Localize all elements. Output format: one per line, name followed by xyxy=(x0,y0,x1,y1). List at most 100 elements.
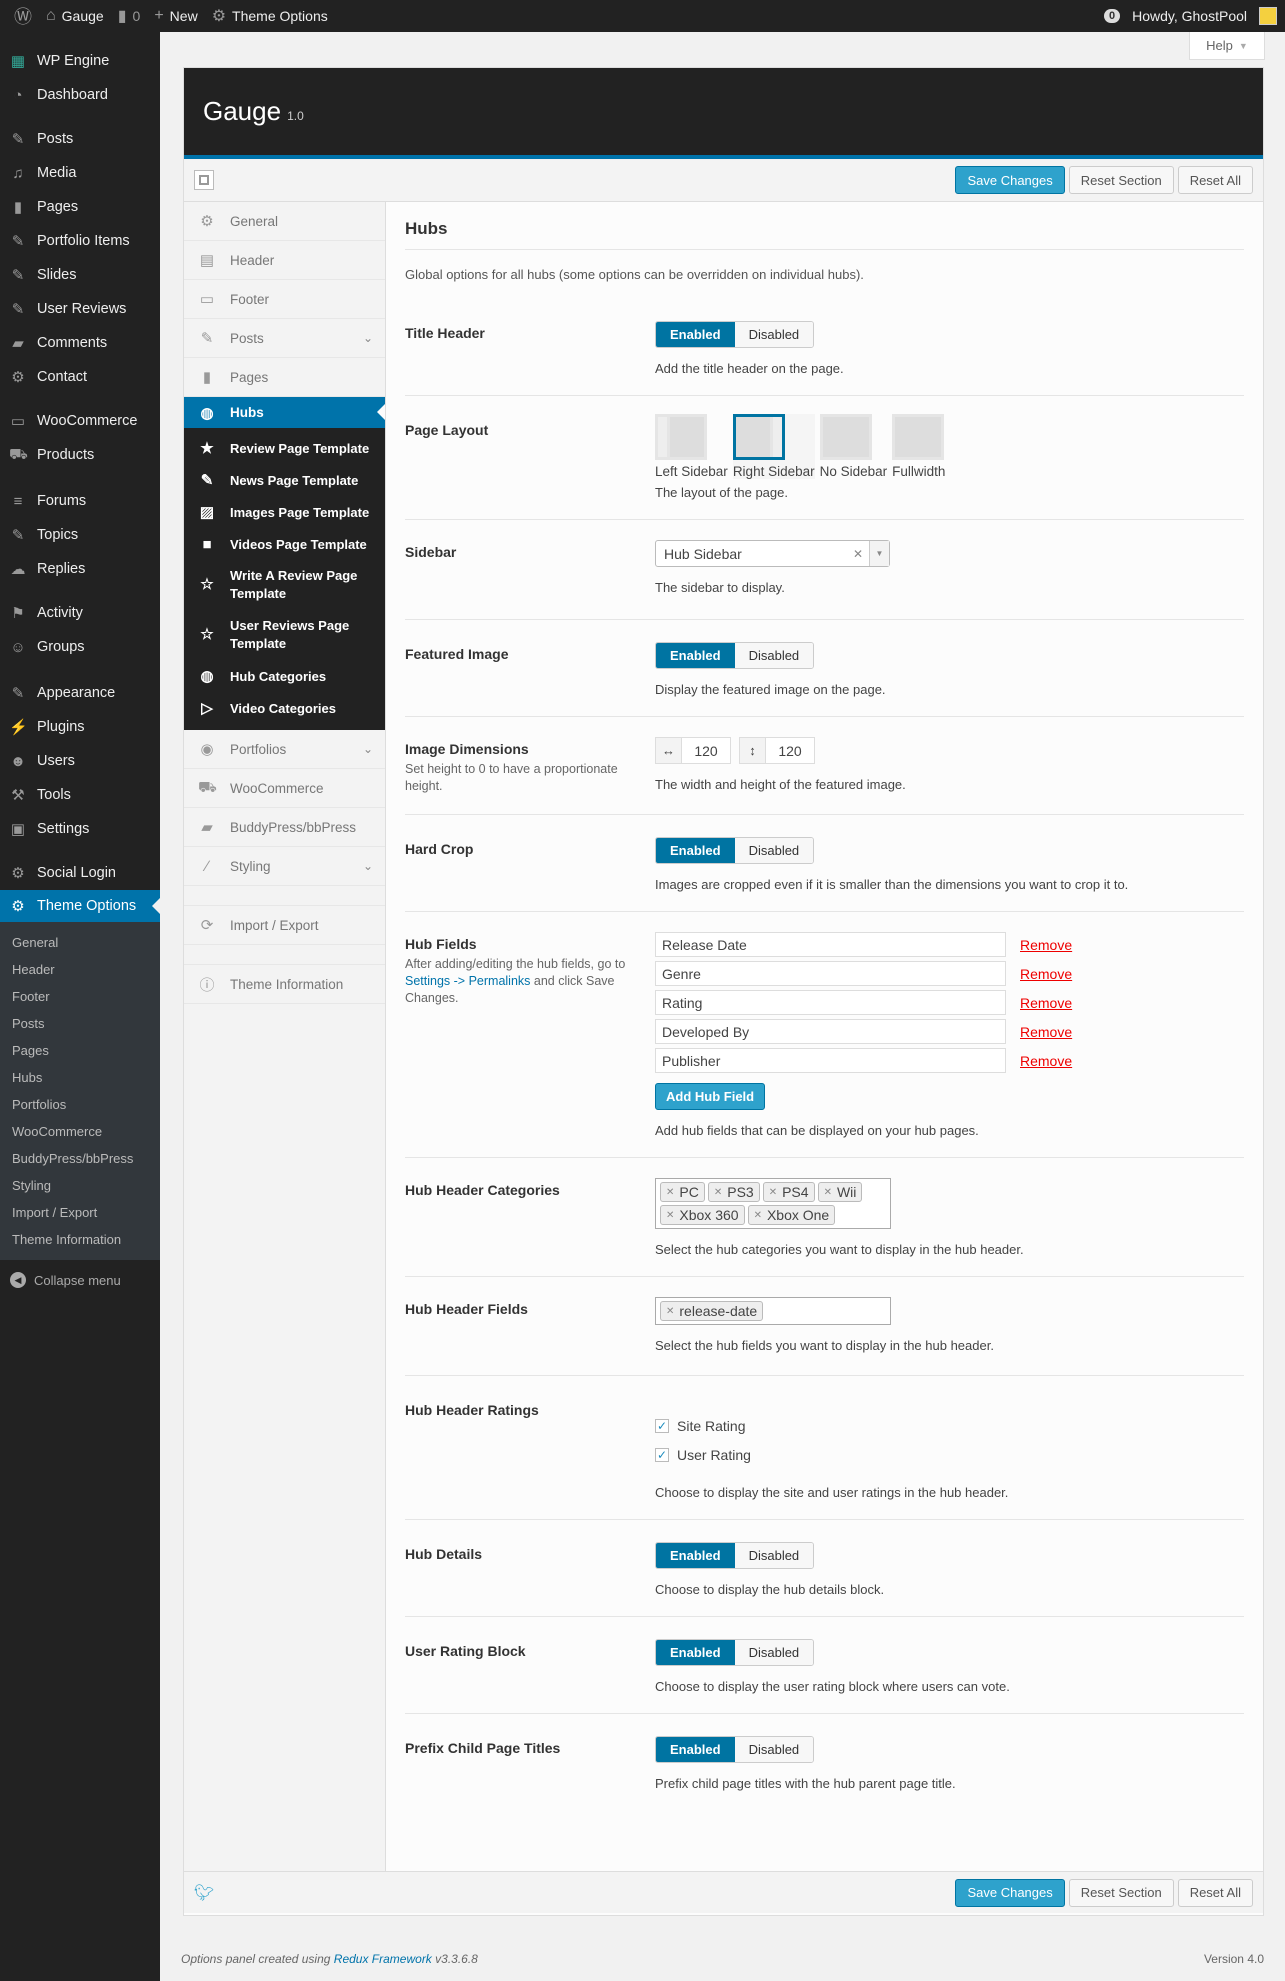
hub-field-input[interactable]: Genre xyxy=(655,961,1006,986)
sidebar-select[interactable]: Hub Sidebar ✕ ▼ xyxy=(655,540,890,567)
nav-user-reviews-page-template[interactable]: ☆ User Reviews Page Template xyxy=(184,610,385,660)
clear-icon[interactable]: ✕ xyxy=(853,547,863,561)
avatar[interactable] xyxy=(1259,7,1277,25)
nav-video-categories[interactable]: ▷ Video Categories xyxy=(184,692,385,724)
remove-link[interactable]: Remove xyxy=(1020,1053,1072,1069)
disabled-button[interactable]: Disabled xyxy=(734,1543,814,1568)
nav-theme-information[interactable]: ⓘ Theme Information xyxy=(184,965,385,1004)
menu-posts[interactable]: ✎ Posts xyxy=(0,122,160,156)
site-link[interactable]: ⌂ Gauge xyxy=(46,7,104,25)
enabled-button[interactable]: Enabled xyxy=(656,1543,735,1568)
menu-groups[interactable]: ☺ Groups xyxy=(0,630,160,664)
reset-section-button[interactable]: Reset Section xyxy=(1068,166,1174,194)
nav-news-page-template[interactable]: ✎ News Page Template xyxy=(184,464,385,496)
enabled-button[interactable]: Enabled xyxy=(656,643,735,668)
menu-theme-options[interactable]: ⚙ Theme Options xyxy=(0,890,160,922)
nav-styling[interactable]: ∕ Styling ⌄ xyxy=(184,847,385,886)
menu-replies[interactable]: ☁ Replies xyxy=(0,552,160,586)
submenu-pages[interactable]: Pages xyxy=(0,1037,160,1064)
dropdown-arrow-icon[interactable]: ▼ xyxy=(869,541,889,566)
title-header-toggle[interactable]: Enabled Disabled xyxy=(655,321,815,348)
remove-tag-icon[interactable]: ✕ xyxy=(666,1187,674,1198)
nav-images-page-template[interactable]: ▨ Images Page Template xyxy=(184,496,385,528)
twitter-icon[interactable]: 🐦︎ xyxy=(194,1883,214,1903)
fields-multiselect[interactable]: ✕ release-date xyxy=(655,1297,891,1325)
remove-tag-icon[interactable]: ✕ xyxy=(769,1187,777,1198)
theme-options-link[interactable]: ⚙ Theme Options xyxy=(212,6,328,26)
hub-field-input[interactable]: Release Date xyxy=(655,932,1006,957)
nav-review-page-template[interactable]: ★ Review Page Template xyxy=(184,432,385,464)
nav-write-review-page-template[interactable]: ☆ Write A Review Page Template xyxy=(184,560,385,610)
layout-no-sidebar[interactable]: No Sidebar xyxy=(819,414,887,479)
hub-field-input[interactable]: Developed By xyxy=(655,1019,1006,1044)
user-rating-block-toggle[interactable]: Enabled Disabled xyxy=(655,1639,815,1666)
reset-all-button[interactable]: Reset All xyxy=(1177,1878,1253,1907)
submenu-posts[interactable]: Posts xyxy=(0,1010,160,1037)
submenu-import-export[interactable]: Import / Export xyxy=(0,1199,160,1226)
nav-posts[interactable]: ✎ Posts ⌄ xyxy=(184,319,385,358)
expand-options-icon[interactable] xyxy=(194,170,214,190)
menu-pages[interactable]: ▮ Pages xyxy=(0,190,160,224)
nav-videos-page-template[interactable]: ■ Videos Page Template xyxy=(184,528,385,560)
remove-tag-icon[interactable]: ✕ xyxy=(824,1187,832,1198)
submenu-general[interactable]: General xyxy=(0,929,160,956)
reset-all-button[interactable]: Reset All xyxy=(1177,166,1253,194)
redux-link[interactable]: Redux Framework xyxy=(334,1952,432,1966)
nav-hubs[interactable]: ◍ Hubs xyxy=(184,397,385,428)
permalinks-link[interactable]: Settings -> Permalinks xyxy=(405,974,530,988)
collapse-menu-button[interactable]: ◀ Collapse menu xyxy=(0,1262,160,1298)
remove-link[interactable]: Remove xyxy=(1020,995,1072,1011)
remove-link[interactable]: Remove xyxy=(1020,966,1072,982)
save-changes-button[interactable]: Save Changes xyxy=(955,1878,1065,1907)
remove-tag-icon[interactable]: ✕ xyxy=(666,1306,674,1317)
nav-import-export[interactable]: ⟳ Import / Export xyxy=(184,906,385,945)
submenu-header[interactable]: Header xyxy=(0,956,160,983)
menu-slides[interactable]: ✎ Slides xyxy=(0,258,160,292)
disabled-button[interactable]: Disabled xyxy=(734,643,814,668)
nav-hub-categories[interactable]: ◍ Hub Categories xyxy=(184,660,385,692)
enabled-button[interactable]: Enabled xyxy=(656,1640,735,1665)
save-changes-button[interactable]: Save Changes xyxy=(955,166,1065,194)
disabled-button[interactable]: Disabled xyxy=(734,838,814,863)
remove-tag-icon[interactable]: ✕ xyxy=(714,1187,722,1198)
menu-topics[interactable]: ✎ Topics xyxy=(0,518,160,552)
layout-fullwidth[interactable]: Fullwidth xyxy=(892,414,945,479)
menu-portfolio-items[interactable]: ✎ Portfolio Items xyxy=(0,224,160,258)
submenu-styling[interactable]: Styling xyxy=(0,1172,160,1199)
menu-wp-engine[interactable]: ▦ WP Engine xyxy=(0,44,160,78)
menu-appearance[interactable]: ✎ Appearance xyxy=(0,676,160,710)
disabled-button[interactable]: Disabled xyxy=(734,322,814,347)
user-rating-checkbox[interactable]: ✓ User Rating xyxy=(655,1447,1244,1463)
hard-crop-toggle[interactable]: Enabled Disabled xyxy=(655,837,815,864)
submenu-theme-information[interactable]: Theme Information xyxy=(0,1226,160,1253)
menu-users[interactable]: ☻ Users xyxy=(0,744,160,778)
menu-media[interactable]: ♫ Media xyxy=(0,156,160,190)
disabled-button[interactable]: Disabled xyxy=(734,1737,814,1762)
wordpress-logo-icon[interactable]: Ⓦ xyxy=(14,3,32,29)
add-hub-field-button[interactable]: Add Hub Field xyxy=(655,1083,766,1110)
remove-tag-icon[interactable]: ✕ xyxy=(754,1210,762,1221)
reset-section-button[interactable]: Reset Section xyxy=(1068,1878,1174,1907)
hub-details-toggle[interactable]: Enabled Disabled xyxy=(655,1542,815,1569)
width-input[interactable]: ↔ 120 xyxy=(655,737,731,764)
menu-user-reviews[interactable]: ✎ User Reviews xyxy=(0,292,160,326)
nav-header[interactable]: ▤ Header xyxy=(184,241,385,280)
hub-field-input[interactable]: Rating xyxy=(655,990,1006,1015)
layout-left-sidebar[interactable]: Left Sidebar xyxy=(655,414,728,479)
hub-field-input[interactable]: Publisher xyxy=(655,1048,1006,1073)
menu-comments[interactable]: ▰ Comments xyxy=(0,326,160,360)
notification-badge[interactable]: 0 xyxy=(1103,9,1121,23)
nav-woocommerce[interactable]: ⛟ WooCommerce xyxy=(184,769,385,808)
remove-link[interactable]: Remove xyxy=(1020,1024,1072,1040)
menu-tools[interactable]: ⚒ Tools xyxy=(0,778,160,812)
site-rating-checkbox[interactable]: ✓ Site Rating xyxy=(655,1418,1244,1434)
nav-footer[interactable]: ▭ Footer xyxy=(184,280,385,319)
nav-portfolios[interactable]: ◉ Portfolios ⌄ xyxy=(184,730,385,769)
menu-social-login[interactable]: ⚙ Social Login xyxy=(0,856,160,890)
prefix-child-toggle[interactable]: Enabled Disabled xyxy=(655,1736,815,1763)
enabled-button[interactable]: Enabled xyxy=(656,322,735,347)
menu-plugins[interactable]: ⚡ Plugins xyxy=(0,710,160,744)
help-tab[interactable]: Help ▼ xyxy=(1189,32,1265,60)
howdy-user[interactable]: Howdy, GhostPool xyxy=(1132,8,1247,24)
submenu-hubs[interactable]: Hubs xyxy=(0,1064,160,1091)
